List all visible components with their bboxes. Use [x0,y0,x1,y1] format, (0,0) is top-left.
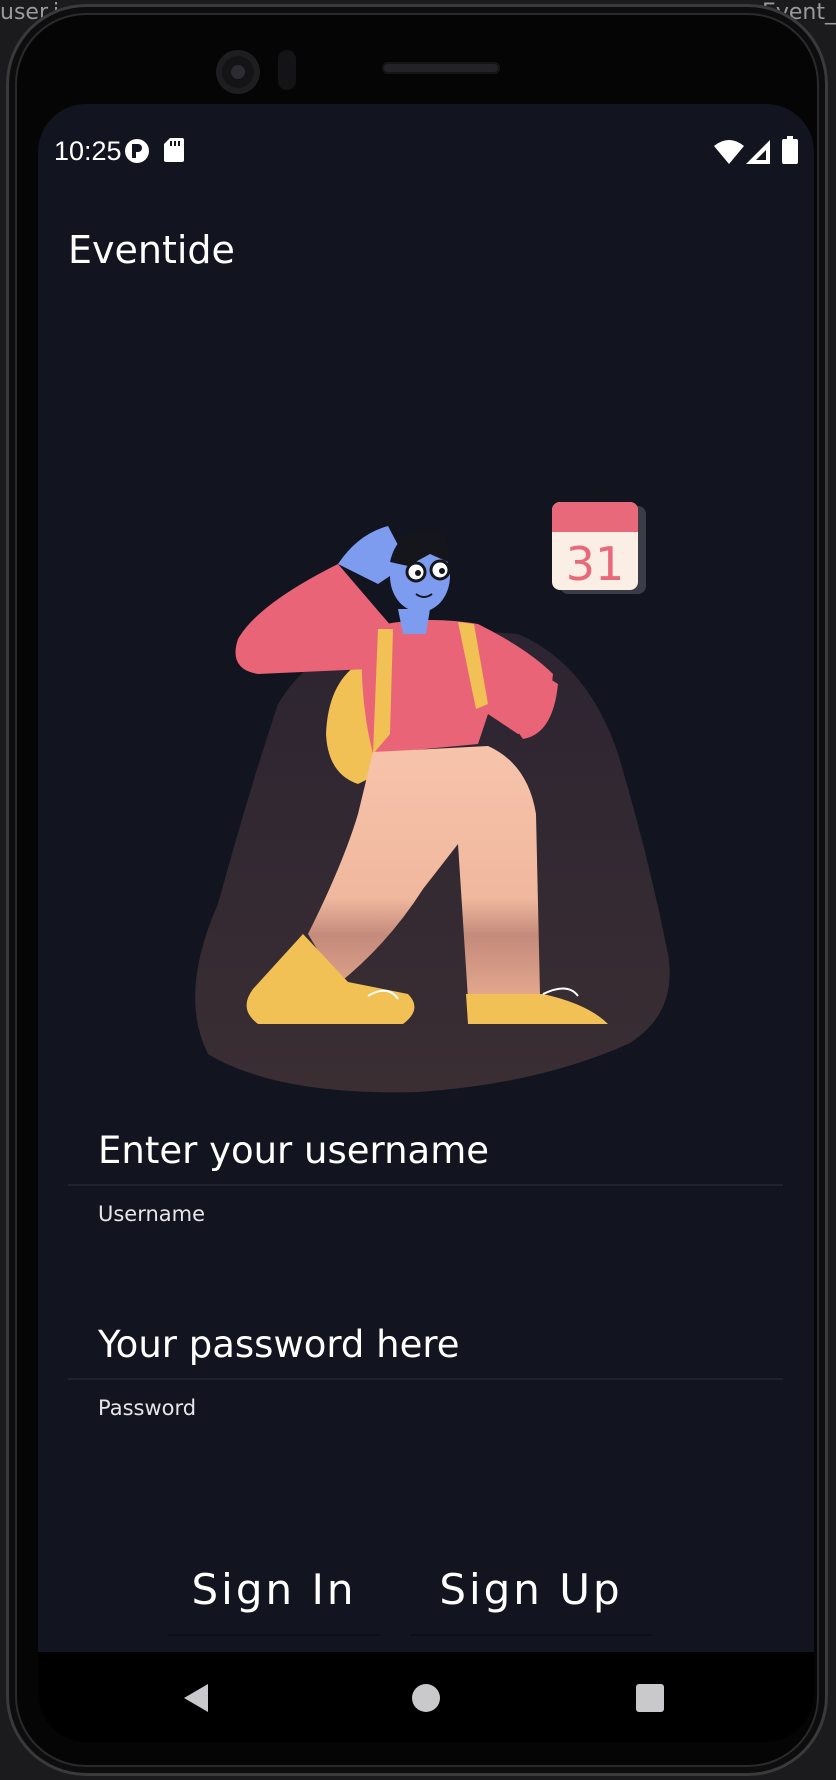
recents-icon[interactable] [620,1668,680,1728]
cell-signal-icon [746,140,770,169]
front-camera [216,50,260,94]
username-label: Username [98,1202,206,1226]
back-icon[interactable] [166,1668,226,1728]
system-nav-bar [38,1652,814,1742]
earpiece-speaker [382,62,500,74]
sign-up-button[interactable]: Sign Up [410,1544,652,1634]
status-time: 10:25 [54,136,122,166]
battery-icon [782,136,798,169]
proximity-sensor [278,50,296,90]
username-input[interactable] [68,1116,783,1186]
phone-frame: 10:25 Eventide 31 Enter your username Us… [6,4,828,1776]
home-icon[interactable] [396,1668,456,1728]
app-notification-icon [124,138,150,169]
password-input[interactable] [68,1310,783,1380]
app-title: Eventide [68,228,235,272]
calendar-day: 31 [566,537,625,591]
calendar-icon: 31 [552,486,646,594]
password-label: Password [98,1396,197,1420]
sd-card-icon [164,138,184,167]
app-screen: 10:25 Eventide 31 Enter your username Us… [38,104,814,1742]
status-bar: 10:25 [38,104,814,194]
sign-in-button[interactable]: Sign In [168,1544,380,1634]
hero-illustration: 31 [158,434,718,1134]
wifi-icon [714,140,744,169]
